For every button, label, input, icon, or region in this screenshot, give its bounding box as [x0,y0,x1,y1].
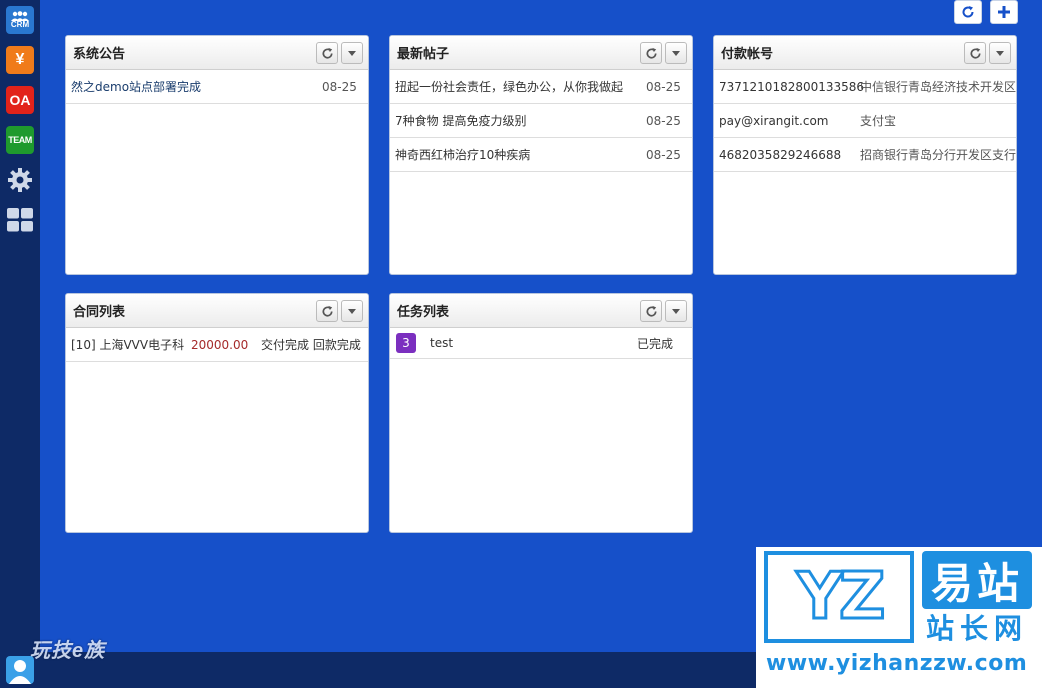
refresh-icon [322,305,333,317]
announcements-panel: 系统公告 然之demo站点部署完成 08-25 [65,35,369,275]
account-number: pay@xirangit.com [719,113,829,128]
panel-header: 任务列表 [390,294,692,328]
contracts-panel: 合同列表 [10] 上海VVV电子科 20000.00 交付完成 回款完成 [65,293,369,533]
account-bank: 支付宝 [860,114,897,128]
list-item[interactable]: [10] 上海VVV电子科 20000.00 交付完成 回款完成 [66,328,368,362]
tasks-panel: 任务列表 3 test 已完成 [389,293,693,533]
list-item[interactable]: 3 test 已完成 [390,328,692,359]
gear-icon [8,168,32,192]
list-item[interactable]: 7371210182800133586 中信银行青岛经济技术开发区 [714,70,1016,104]
task-name[interactable]: test [430,336,453,350]
refresh-icon [646,47,657,59]
panel-header: 合同列表 [66,294,368,328]
panel-title: 系统公告 [73,47,126,62]
refresh-icon [646,305,657,317]
caret-down-icon [348,50,356,56]
panel-menu-button[interactable] [665,300,687,322]
watermark-logo-box: YZ [764,551,914,643]
panel-refresh-button[interactable] [316,42,338,64]
oa-app-button[interactable]: OA [6,86,34,114]
panel-header: 系统公告 [66,36,368,70]
watermark-cn-bottom: 站长网 [925,612,1028,645]
post-title[interactable]: 扭起一份社会责任，绿色办公，从你我做起 [395,78,623,95]
user-icon [9,660,31,684]
contract-name[interactable]: [10] 上海VVV电子科 [71,336,184,353]
panel-refresh-button[interactable] [640,300,662,322]
panel-title: 付款帐号 [721,47,774,62]
caret-down-icon [672,50,680,56]
refresh-icon [322,47,333,59]
crm-label: CRM [10,20,30,29]
all-apps-button[interactable] [6,206,34,234]
account-bank: 中信银行青岛经济技术开发区 [860,80,1016,94]
list-item[interactable]: 然之demo站点部署完成 08-25 [66,70,368,104]
account-number: 4682035829246688 [719,147,842,162]
post-title[interactable]: 7种食物 提高免疫力级别 [395,112,526,129]
watermark-url: www.yizhanzzw.com [766,651,1028,676]
panel-title: 最新帖子 [397,47,450,62]
add-block-button[interactable] [990,0,1018,24]
list-item[interactable]: 7种食物 提高免疫力级别 08-25 [390,104,692,138]
oa-label: OA [9,92,31,108]
caret-down-icon [348,308,356,314]
payment-accounts-panel: 付款帐号 7371210182800133586 中信银行青岛经济技术开发区 p… [713,35,1017,275]
list-item[interactable]: pay@xirangit.com 支付宝 [714,104,1016,138]
user-menu-button[interactable] [6,656,34,684]
announcement-title[interactable]: 然之demo站点部署完成 [71,78,201,95]
panel-header: 最新帖子 [390,36,692,70]
grid-icon [7,208,33,232]
panel-menu-button[interactable] [341,300,363,322]
panel-title: 任务列表 [397,305,450,320]
post-date: 08-25 [646,113,681,128]
watermark: YZ 易站 站长网 www.yizhanzzw.com [756,547,1042,688]
watermark-cn-top: 易站 [922,551,1032,609]
yen-icon: ¥ [15,51,25,68]
refresh-icon [962,6,974,18]
latest-posts-panel: 最新帖子 扭起一份社会责任，绿色办公，从你我做起 08-25 7种食物 提高免疫… [389,35,693,275]
contract-amount: 20000.00 [191,337,249,352]
team-app-button[interactable]: TEAM [6,126,34,154]
panel-menu-button[interactable] [989,42,1011,64]
post-date: 08-25 [646,147,681,162]
list-item[interactable]: 4682035829246688 招商银行青岛分行开发区支行 [714,138,1016,172]
list-item[interactable]: 神奇西红柿治疗10种疾病 08-25 [390,138,692,172]
settings-app-button[interactable] [6,166,34,194]
post-title[interactable]: 神奇西红柿治疗10种疾病 [395,146,530,163]
panel-refresh-button[interactable] [964,42,986,64]
watermark-logo-letters: YZ [795,559,887,636]
brand-logo: 玩技e族 [30,640,106,662]
panel-header: 付款帐号 [714,36,1016,70]
contract-status: 交付完成 回款完成 [261,338,361,352]
caret-down-icon [996,50,1004,56]
refresh-dashboard-button[interactable] [954,0,982,24]
task-priority-badge: 3 [396,333,416,353]
cash-app-button[interactable]: ¥ [6,46,34,74]
announcement-date: 08-25 [322,79,357,94]
panel-menu-button[interactable] [665,42,687,64]
post-date: 08-25 [646,79,681,94]
task-status: 已完成 [637,336,674,351]
team-label: TEAM [8,135,32,145]
crm-app-button[interactable]: CRM [6,6,34,34]
panel-refresh-button[interactable] [316,300,338,322]
sidebar: CRM ¥ OA TEAM [0,0,40,688]
panel-menu-button[interactable] [341,42,363,64]
panel-refresh-button[interactable] [640,42,662,64]
account-bank: 招商银行青岛分行开发区支行 [860,148,1016,162]
caret-down-icon [672,308,680,314]
plus-icon [998,6,1010,18]
panel-title: 合同列表 [73,305,126,320]
list-item[interactable]: 扭起一份社会责任，绿色办公，从你我做起 08-25 [390,70,692,104]
account-number: 7371210182800133586 [719,79,865,94]
refresh-icon [970,47,981,59]
